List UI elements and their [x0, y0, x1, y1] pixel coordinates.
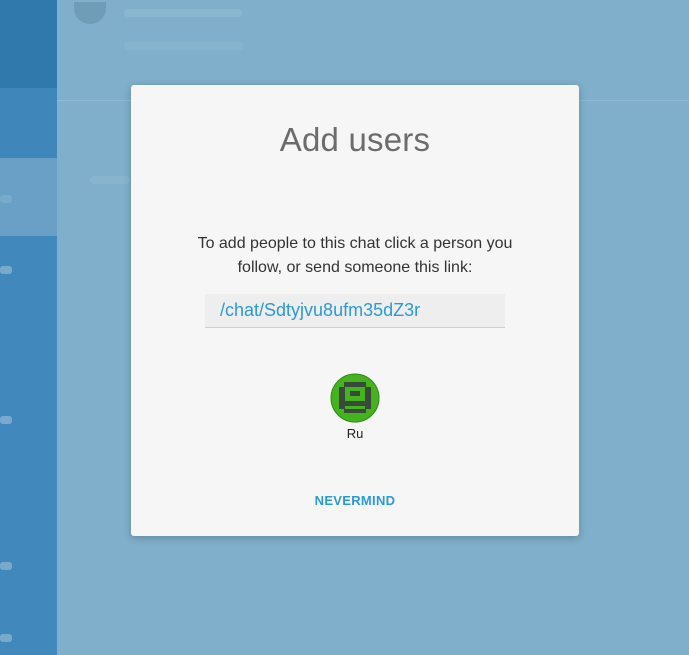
dialog-description: To add people to this chat click a perso…: [197, 235, 513, 276]
background-sidebar-icon: [0, 634, 12, 642]
background-sidebar-section: [0, 0, 57, 88]
background-sidebar-icon: [0, 266, 12, 274]
background-text-placeholder: [124, 42, 244, 50]
background-sidebar: [0, 0, 57, 655]
background-sidebar-section: [0, 236, 57, 655]
add-users-dialog: Add users To add people to this chat cli…: [131, 85, 579, 536]
chat-link-field[interactable]: [205, 294, 505, 328]
user-tile-ru[interactable]: Ru: [327, 373, 383, 443]
background-text-placeholder: [90, 176, 130, 184]
background-text-placeholder: [124, 9, 242, 17]
nevermind-button[interactable]: NEVERMIND: [295, 489, 415, 512]
dialog-title: Add users: [279, 121, 431, 158]
user-name: Ru: [346, 426, 364, 441]
green-pixel-avatar-icon: [330, 373, 380, 423]
background-sidebar-icon: [0, 195, 12, 203]
background-sidebar-icon: [0, 562, 12, 570]
background-sidebar-icon: [0, 416, 12, 424]
background-sidebar-section: [0, 88, 57, 158]
